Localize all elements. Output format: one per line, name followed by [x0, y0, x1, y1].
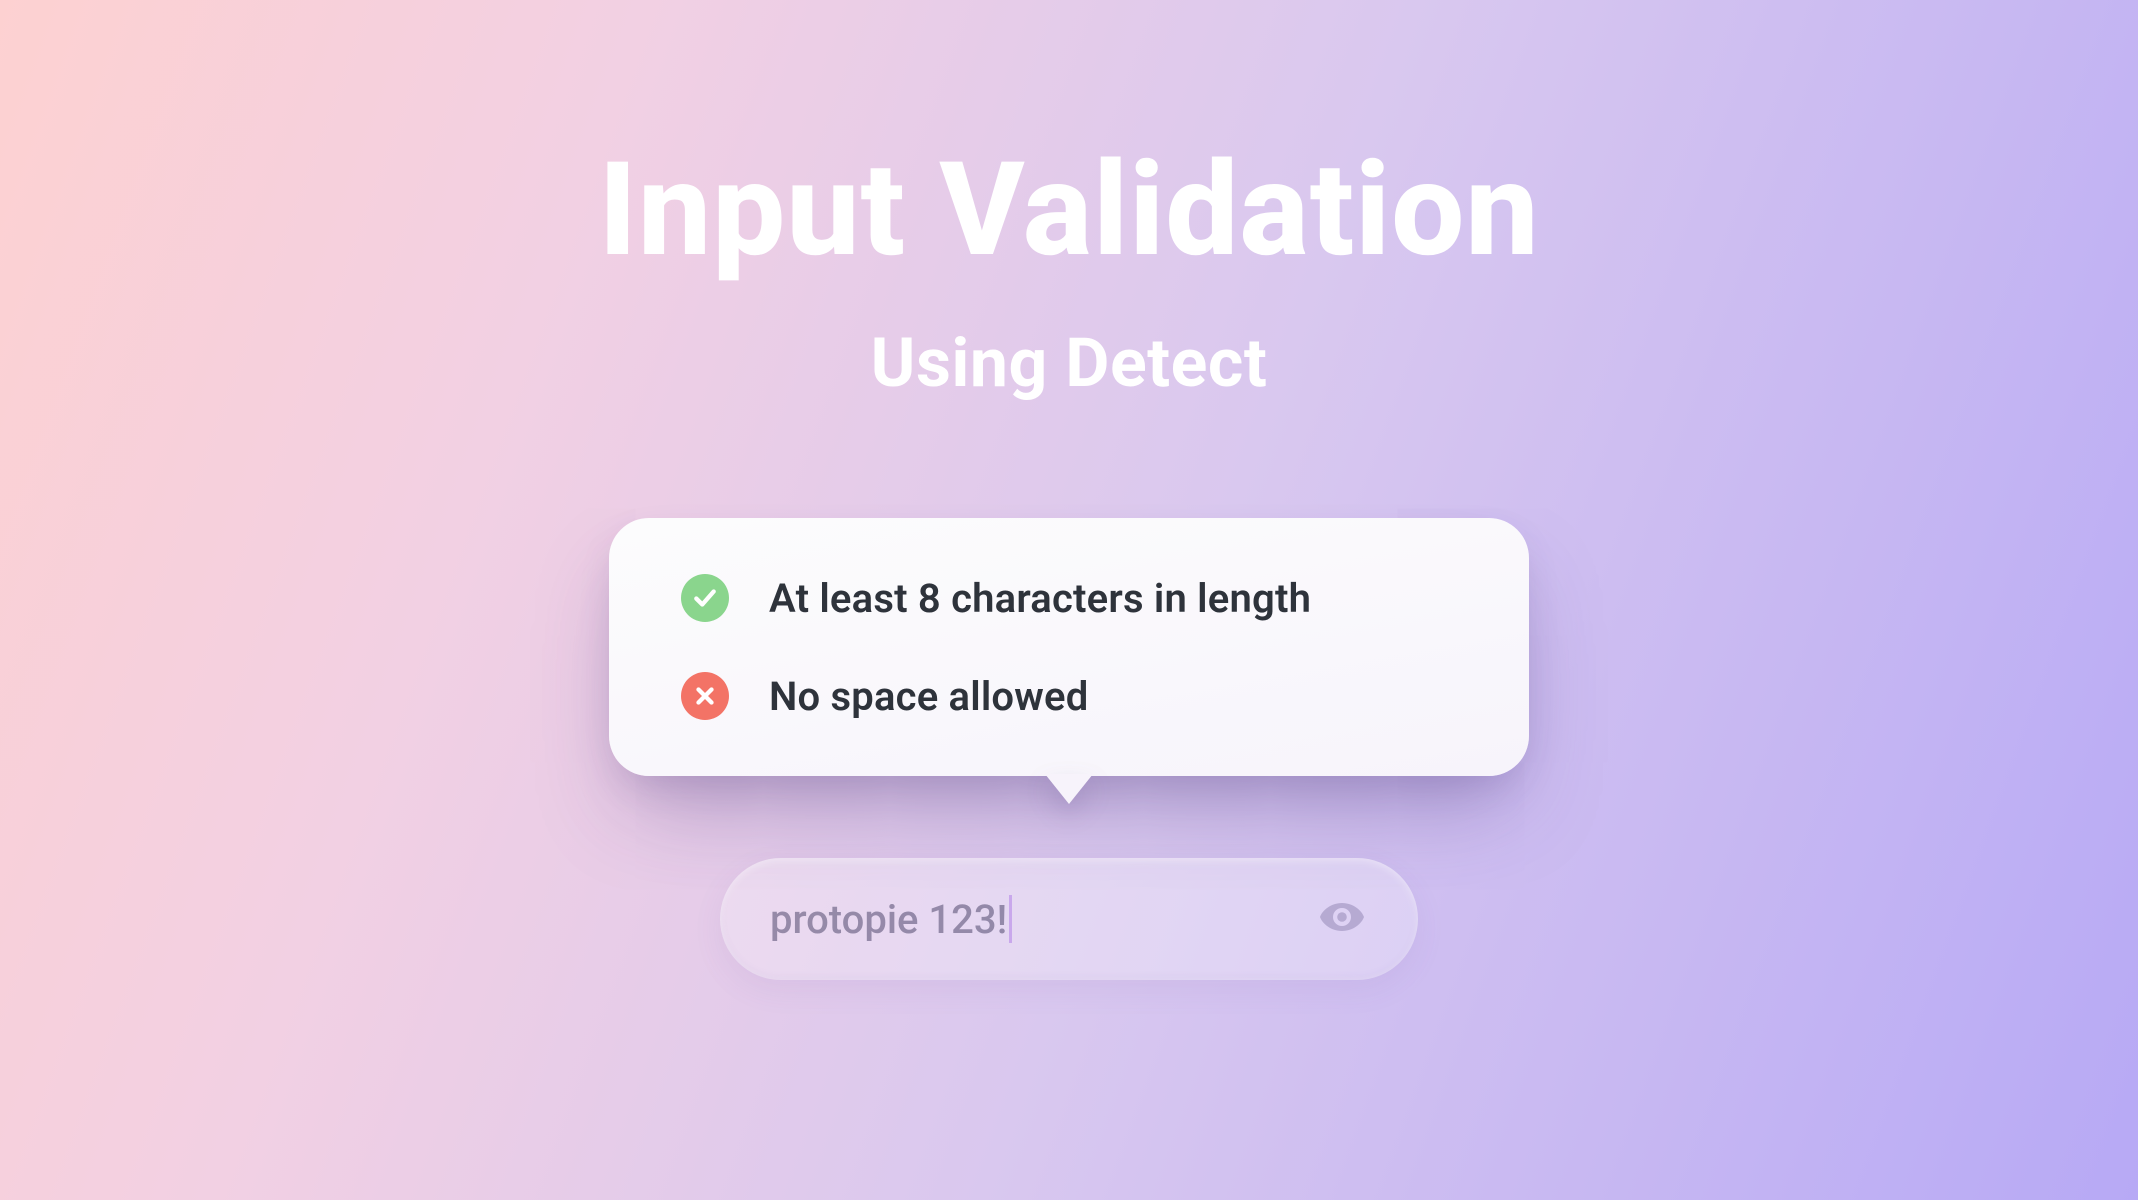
eye-icon	[1318, 893, 1366, 945]
password-input[interactable]: protopie 123!	[720, 858, 1418, 980]
password-input-value: protopie 123!	[770, 895, 1316, 943]
validation-rule-text: No space allowed	[769, 673, 1088, 720]
validation-rule-text: At least 8 characters in length	[769, 575, 1311, 622]
page-subtitle: Using Detect	[871, 323, 1268, 403]
validation-tooltip: At least 8 characters in length No space…	[609, 518, 1529, 776]
page-title: Input Validation	[598, 145, 1539, 275]
text-caret	[1009, 895, 1012, 943]
check-circle-icon	[681, 574, 729, 622]
x-circle-icon	[681, 672, 729, 720]
tooltip-arrow	[1045, 774, 1093, 804]
validation-rule: No space allowed	[681, 672, 1457, 720]
toggle-visibility-button[interactable]	[1316, 893, 1368, 945]
validation-rule: At least 8 characters in length	[681, 574, 1457, 622]
